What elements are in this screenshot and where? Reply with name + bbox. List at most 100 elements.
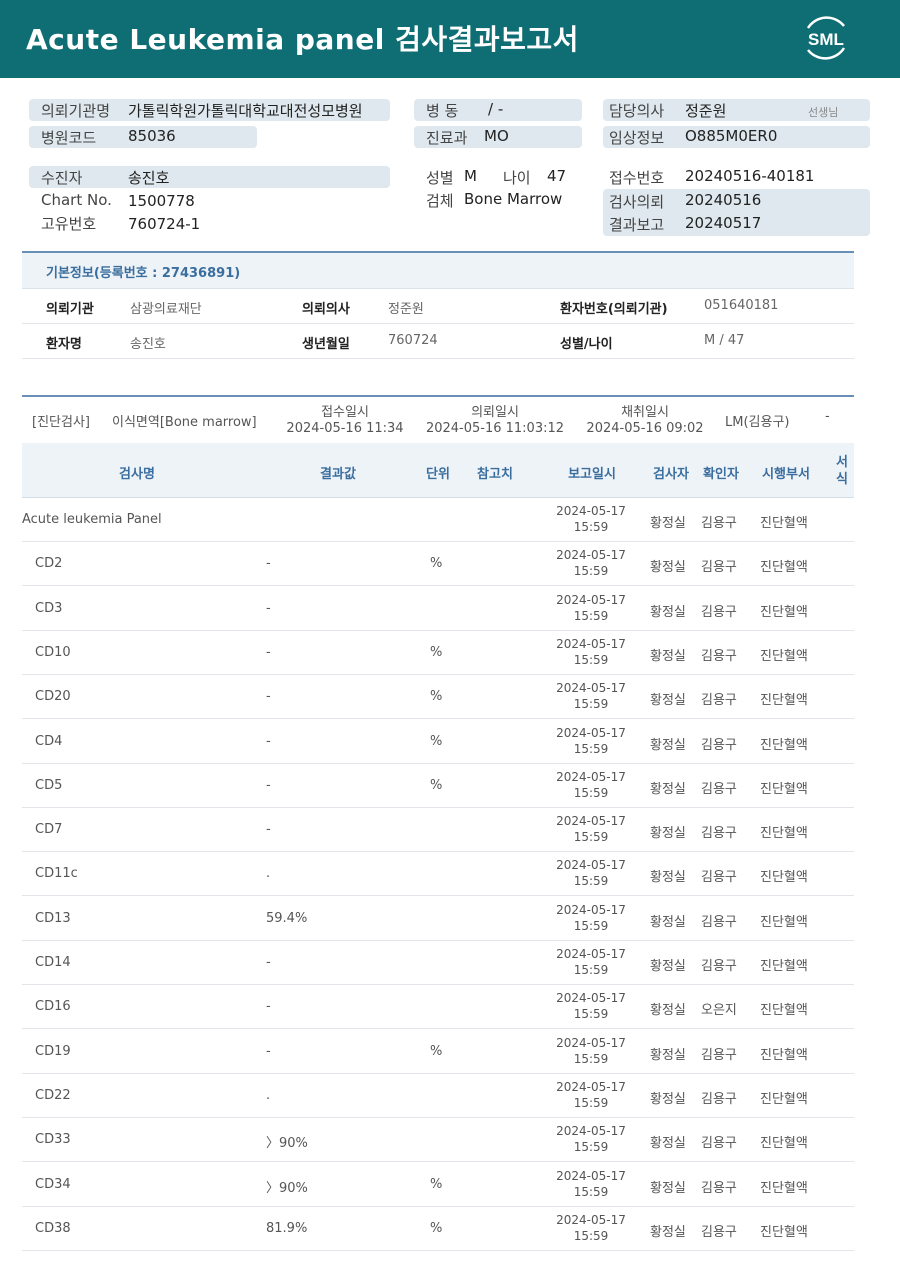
row-confirmer: 김용구 (701, 737, 737, 753)
order-specimen: 이식면역[Bone marrow] (112, 415, 257, 430)
row-result: 〉90% (266, 1180, 308, 1196)
row-report-datetime: 2024-05-17 15:59 (550, 769, 632, 801)
row-report-time: 15:59 (573, 1228, 609, 1243)
specimen-label: 검체 (426, 192, 454, 210)
row-tester: 황정실 (650, 959, 686, 974)
doctor-label: 담당의사 (609, 102, 665, 120)
row-report-time: 15:59 (573, 918, 609, 933)
basic-institution-label: 의뢰기관 (46, 302, 94, 317)
row-unit: % (430, 1176, 443, 1192)
table-row: CD4 -% 황정실 김용구 진단혈액 2024-05-17 15:59 (22, 720, 854, 764)
row-report-time: 15:59 (573, 830, 609, 845)
row-tester: 황정실 (650, 1224, 686, 1240)
basic-name-value: 송진호 (130, 337, 166, 352)
chart-label: Chart No. (41, 191, 112, 209)
row-report-date: 2024-05-17 (556, 681, 626, 696)
row-test-name: CD22 (35, 1087, 71, 1103)
row-tester: 황정실 (650, 516, 686, 531)
row-test-name: CD5 (35, 777, 63, 793)
basic-doctor-label: 의뢰의사 (302, 302, 350, 317)
row-dept: 진단혈액 (760, 1180, 808, 1196)
report-value: 20240517 (685, 214, 762, 232)
order-lm: LM(김용구) (725, 415, 790, 430)
row-unit: % (430, 556, 443, 572)
row-report-datetime: 2024-05-17 15:59 (550, 1168, 632, 1200)
row-result: . (266, 1087, 271, 1103)
row-dept: 진단혈액 (760, 648, 808, 664)
order-requested-value: 2024-05-16 11:03:12 (425, 421, 565, 436)
doctor-suffix: 선생님 (808, 106, 839, 119)
hospital-code-label: 병원코드 (41, 129, 97, 147)
basic-info-row: 의뢰기관 삼광의료재단 의뢰의사 정준원 환자번호(의뢰기관) 05164018… (22, 289, 854, 324)
row-dept: 진단혈액 (760, 959, 808, 974)
row-dept: 진단혈액 (760, 914, 808, 930)
department-value: MO (484, 127, 509, 145)
row-report-datetime: 2024-05-17 15:59 (550, 813, 632, 845)
table-row: Acute leukemia Panel 황정실 김용구 진단혈액 2024-05-17… (22, 498, 854, 542)
table-row: CD22. 황정실 김용구 진단혈액 2024-05-17 15:59 (22, 1074, 854, 1118)
row-result: 59.4% (266, 910, 308, 926)
row-tester: 황정실 (650, 1136, 686, 1152)
basic-patient-no-label: 환자번호(의뢰기관) (560, 302, 668, 317)
row-report-datetime: 2024-05-17 15:59 (550, 1123, 632, 1155)
row-report-date: 2024-05-17 (556, 991, 626, 1006)
basic-birth-label: 생년월일 (302, 337, 350, 352)
row-report-time: 15:59 (573, 874, 609, 889)
row-report-time: 15:59 (573, 1051, 609, 1066)
row-test-name: CD38 (35, 1220, 71, 1236)
col-form: 서식 (836, 455, 848, 487)
order-requested-label: 의뢰일시 (471, 405, 519, 420)
request-label: 검사의뢰 (609, 193, 665, 211)
row-test-name: CD3 (35, 600, 63, 616)
doctor-value: 정준원 (685, 102, 727, 120)
row-dept: 진단혈액 (760, 693, 808, 709)
row-dept: 진단혈액 (760, 604, 808, 620)
row-confirmer: 김용구 (701, 604, 737, 620)
unique-label: 고유번호 (41, 215, 97, 233)
row-confirmer: 김용구 (701, 1224, 737, 1240)
age-label: 나이 (503, 169, 531, 187)
clinical-label: 임상정보 (609, 129, 665, 147)
row-result: - (266, 955, 271, 970)
row-unit: % (430, 1043, 443, 1059)
row-tester: 황정실 (650, 737, 686, 753)
row-test-name: CD11c (35, 866, 78, 882)
report-header: Acute Leukemia panel 검사결과보고서 SML (0, 0, 900, 78)
table-row: CD33 〉90% 황정실 김용구 진단혈액 2024-05-17 15:59 (22, 1118, 854, 1163)
table-row: CD5 -% 황정실 김용구 진단혈액 2024-05-17 15:59 (22, 764, 854, 808)
row-dept: 진단혈액 (760, 737, 808, 753)
row-report-date: 2024-05-17 (556, 1035, 626, 1050)
row-report-time: 15:59 (573, 697, 609, 712)
patient-label: 수진자 (41, 169, 83, 187)
row-tester: 황정실 (650, 826, 686, 842)
row-report-date: 2024-05-17 (556, 592, 626, 607)
table-row: CD7 - 황정실 김용구 진단혈액 2024-05-17 15:59 (22, 808, 854, 853)
report-title: Acute Leukemia panel 검사결과보고서 (26, 23, 579, 56)
basic-info-header: 기본정보(등록번호 : 27436891) (22, 253, 854, 289)
row-report-time: 15:59 (573, 652, 609, 667)
row-report-date: 2024-05-17 (556, 636, 626, 651)
row-test-name: CD7 (35, 822, 63, 838)
row-test-name: CD20 (35, 689, 71, 705)
request-value: 20240516 (685, 191, 762, 209)
basic-name-label: 환자명 (46, 337, 82, 352)
row-confirmer: 김용구 (701, 781, 737, 797)
row-result: 〉90% (266, 1136, 308, 1152)
institution-value: 가톨릭학원가톨릭대학교대전성모병원 (128, 102, 363, 120)
row-test-name: CD19 (35, 1043, 71, 1059)
patient-value: 송진호 (128, 169, 170, 187)
row-tester: 황정실 (650, 914, 686, 930)
col-result: 결과값 (320, 467, 356, 482)
col-reference: 참고치 (477, 467, 513, 482)
row-test-name: CD2 (35, 556, 63, 572)
row-unit: % (430, 644, 443, 660)
row-result: - (266, 689, 271, 705)
table-row: CD3 - 황정실 김용구 진단혈액 2024-05-17 15:59 (22, 587, 854, 631)
sex-value: M (464, 167, 477, 185)
row-dept: 진단혈액 (760, 1136, 808, 1152)
row-result: 81.9% (266, 1220, 308, 1236)
row-unit: % (430, 733, 443, 749)
row-confirmer: 김용구 (701, 1136, 737, 1152)
row-report-date: 2024-05-17 (556, 1212, 626, 1227)
col-dept: 시행부서 (762, 467, 810, 482)
